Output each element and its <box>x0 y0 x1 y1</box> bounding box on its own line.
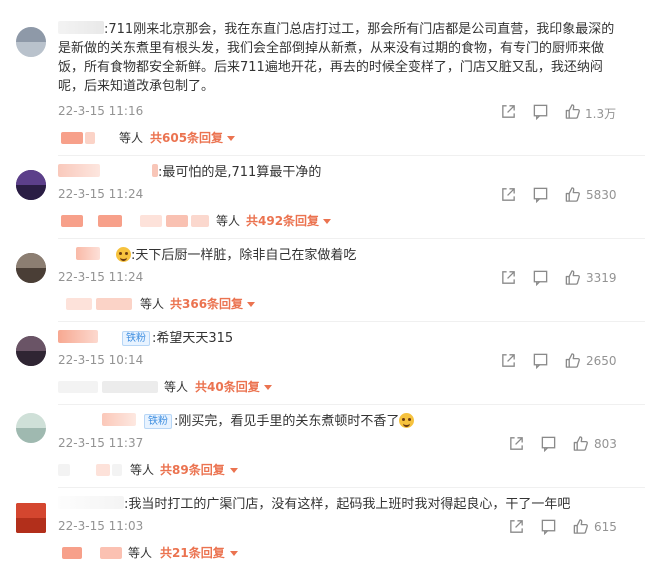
comment-icon[interactable] <box>532 186 550 204</box>
like-icon[interactable] <box>572 435 590 453</box>
comment-meta: 22-3-15 11:03 615 <box>58 518 628 536</box>
like-count: 1.3万 <box>585 107 617 121</box>
comment-icon[interactable] <box>540 435 558 453</box>
username-blurred[interactable] <box>58 496 124 509</box>
comment-meta: 22-3-15 11:37 803 <box>58 435 628 453</box>
comment-icon[interactable] <box>540 518 558 536</box>
avatar[interactable] <box>16 336 46 366</box>
reply-users-label: 等人 <box>128 546 153 560</box>
fan-badge: 铁粉 <box>144 414 172 429</box>
reply-count-link[interactable]: 共89条回复 <box>160 462 225 478</box>
share-icon[interactable] <box>500 352 518 370</box>
comment-text: 铁粉:希望天天315 <box>58 329 618 348</box>
divider <box>58 155 645 156</box>
avatar[interactable] <box>16 170 46 200</box>
reply-count-link[interactable]: 共492条回复 <box>246 213 319 229</box>
avatar[interactable] <box>16 503 46 533</box>
chevron-down-icon[interactable] <box>247 302 255 307</box>
username-blurred[interactable] <box>58 247 76 260</box>
comment-meta: 22-3-15 11:24 5830 <box>58 186 628 204</box>
chevron-down-icon[interactable] <box>323 219 331 224</box>
divider <box>58 321 645 322</box>
like-icon[interactable] <box>564 186 582 204</box>
chevron-down-icon[interactable] <box>230 468 238 473</box>
reply-count-link[interactable]: 共366条回复 <box>170 296 243 312</box>
like-icon[interactable] <box>564 269 582 287</box>
comment-time: 22-3-15 11:16 <box>58 104 144 118</box>
reply-count-link[interactable]: 共21条回复 <box>160 545 225 561</box>
share-icon[interactable] <box>508 518 526 536</box>
laughing-emoji-icon <box>399 413 415 428</box>
reply-count-link[interactable]: 共605条回复 <box>150 130 223 146</box>
reply-users-label: 等人 <box>140 297 165 311</box>
chevron-down-icon[interactable] <box>227 136 235 141</box>
divider <box>58 487 645 488</box>
avatar[interactable] <box>16 253 46 283</box>
chevron-down-icon[interactable] <box>230 551 238 556</box>
username-blurred[interactable] <box>58 164 100 177</box>
comment-text: :我当时打工的广渠门店，没有这样，起码我上班时我对得起良心，干了一年吧 <box>58 495 618 514</box>
like-count: 803 <box>594 437 617 451</box>
avatar[interactable] <box>16 27 46 57</box>
like-count: 3319 <box>586 271 617 285</box>
share-icon[interactable] <box>500 186 518 204</box>
laughing-emoji-icon <box>116 247 131 262</box>
share-icon[interactable] <box>500 269 518 287</box>
username-blurred[interactable] <box>58 330 98 343</box>
comment-text: :天下后厨一样脏，除非自己在家做着吃 <box>58 246 618 265</box>
avatar[interactable] <box>16 413 46 443</box>
comment-text: :最可怕的是,711算最干净的 <box>58 163 618 182</box>
like-count: 2650 <box>586 354 617 368</box>
comment-icon[interactable] <box>532 103 550 121</box>
reply-count-link[interactable]: 共40条回复 <box>195 379 260 395</box>
like-icon[interactable] <box>572 518 590 536</box>
reply-users-label: 等人 <box>164 380 189 394</box>
comment-icon[interactable] <box>532 352 550 370</box>
reply-users-label: 等人 <box>130 463 155 477</box>
divider <box>58 238 645 239</box>
comment-meta: 22-3-15 11:24 3319 <box>58 269 628 287</box>
comment-time: 22-3-15 11:24 <box>58 187 144 201</box>
comment-time: 22-3-15 11:03 <box>58 519 144 533</box>
divider <box>58 404 645 405</box>
reply-users-label: 等人 <box>119 131 144 145</box>
like-count: 615 <box>594 520 617 534</box>
chevron-down-icon[interactable] <box>264 385 272 390</box>
comment-text: 铁粉:刚买完，看见手里的关东煮顿时不香了 <box>58 412 618 431</box>
comment-time: 22-3-15 10:14 <box>58 353 144 367</box>
comment-icon[interactable] <box>532 269 550 287</box>
reply-users-label: 等人 <box>216 214 241 228</box>
comment-meta: 22-3-15 10:14 2650 <box>58 352 628 370</box>
comment-meta: 22-3-15 11:16 1.3万 <box>58 103 628 121</box>
like-icon[interactable] <box>564 103 582 121</box>
previous-reply-row <box>60 0 260 4</box>
fan-badge: 铁粉 <box>122 331 150 346</box>
username-blurred[interactable] <box>58 21 104 34</box>
share-icon[interactable] <box>500 103 518 121</box>
comment-time: 22-3-15 11:37 <box>58 436 144 450</box>
username-blurred[interactable] <box>58 413 102 426</box>
like-icon[interactable] <box>564 352 582 370</box>
like-count: 5830 <box>586 188 617 202</box>
comment-time: 22-3-15 11:24 <box>58 270 144 284</box>
share-icon[interactable] <box>508 435 526 453</box>
comment-text: :711刚来北京那会，我在东直门总店打过工，那会所有门店都是公司直营，我印象最深… <box>58 21 615 94</box>
